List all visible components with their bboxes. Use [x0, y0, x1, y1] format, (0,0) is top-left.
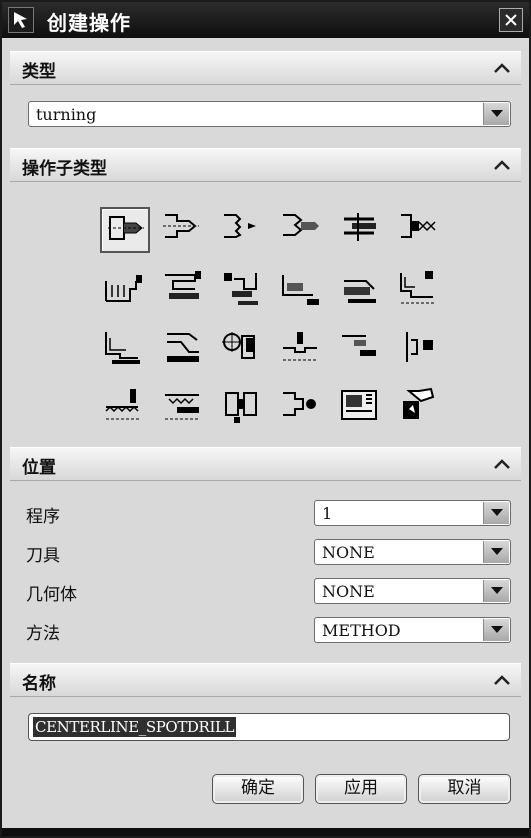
- geometry-select[interactable]: NONE: [314, 578, 511, 604]
- lathe-user-icon[interactable]: [395, 385, 445, 431]
- title-bar[interactable]: 创建操作: [2, 2, 529, 38]
- cursor-arrow-icon: [8, 7, 34, 33]
- type-select-value: turning: [36, 105, 97, 124]
- type-select[interactable]: turning: [28, 101, 511, 127]
- operation-name-value: CENTERLINE_SPOTDRILL: [33, 717, 237, 737]
- rough-turn-od-icon[interactable]: [159, 267, 209, 313]
- centerline-reaming-icon[interactable]: [336, 207, 386, 253]
- centerline-spotdrill-icon[interactable]: [100, 207, 150, 253]
- lathe-control-icon[interactable]: [336, 385, 386, 431]
- method-select-value: METHOD: [322, 621, 401, 640]
- facing-icon[interactable]: [100, 267, 150, 313]
- close-icon[interactable]: [499, 8, 523, 32]
- method-select[interactable]: METHOD: [314, 617, 511, 643]
- section-location-header[interactable]: 位置: [10, 447, 521, 481]
- finish-bore-id-icon[interactable]: [100, 326, 150, 372]
- section-type-header[interactable]: 类型: [10, 51, 521, 85]
- finish-back-bore-icon[interactable]: [159, 326, 209, 372]
- program-select[interactable]: 1: [314, 500, 511, 526]
- tool-select[interactable]: NONE: [314, 539, 511, 565]
- collapse-up-icon[interactable]: [487, 451, 517, 477]
- teach-mode-icon[interactable]: [218, 326, 268, 372]
- centerline-tapping-icon[interactable]: [395, 207, 445, 253]
- section-location-label: 位置: [22, 458, 56, 478]
- collapse-up-icon[interactable]: [487, 55, 517, 81]
- groove-face-icon[interactable]: [395, 326, 445, 372]
- chevron-down-icon[interactable]: [483, 103, 509, 125]
- partoff-icon[interactable]: [218, 385, 268, 431]
- program-label: 程序: [26, 507, 60, 527]
- subtype-icon-grid: [100, 207, 446, 439]
- ok-button[interactable]: 确定: [212, 774, 304, 804]
- tool-label: 刀具: [26, 546, 60, 566]
- rough-back-bore-icon[interactable]: [336, 267, 386, 313]
- groove-od-icon[interactable]: [277, 326, 327, 372]
- method-label: 方法: [26, 624, 60, 644]
- groove-id-icon[interactable]: [336, 326, 386, 372]
- rough-back-turn-icon[interactable]: [218, 267, 268, 313]
- chevron-down-icon[interactable]: [483, 580, 509, 602]
- create-operation-dialog: 创建操作 类型 turning 操作子类型 位置 程序 1 刀具 NONE 几何…: [0, 0, 531, 838]
- section-type-label: 类型: [22, 62, 56, 82]
- geometry-select-value: NONE: [322, 582, 375, 601]
- section-name-header[interactable]: 名称: [10, 663, 521, 697]
- section-subtype-header[interactable]: 操作子类型: [10, 148, 521, 182]
- tool-select-value: NONE: [322, 543, 375, 562]
- thread-id-icon[interactable]: [159, 385, 209, 431]
- collapse-up-icon[interactable]: [487, 152, 517, 178]
- chevron-down-icon[interactable]: [483, 502, 509, 524]
- dialog-title: 创建操作: [47, 11, 131, 35]
- geometry-label: 几何体: [26, 585, 77, 605]
- program-select-value: 1: [322, 504, 333, 523]
- chevron-down-icon[interactable]: [483, 541, 509, 563]
- centerline-peck-drill-icon[interactable]: [218, 207, 268, 253]
- section-subtype-label: 操作子类型: [22, 159, 107, 179]
- chevron-down-icon[interactable]: [483, 619, 509, 641]
- apply-button[interactable]: 应用: [315, 774, 407, 804]
- finish-turn-od-icon[interactable]: [395, 267, 445, 313]
- centerline-break-chip-icon[interactable]: [277, 207, 327, 253]
- centerline-user-icon[interactable]: [277, 385, 327, 431]
- section-name-label: 名称: [22, 674, 56, 694]
- rough-bore-id-icon[interactable]: [277, 267, 327, 313]
- cancel-button[interactable]: 取消: [418, 774, 511, 804]
- centerline-drilling-icon[interactable]: [159, 207, 209, 253]
- bottom-border: [2, 828, 529, 836]
- operation-name-input[interactable]: CENTERLINE_SPOTDRILL: [28, 713, 510, 741]
- collapse-up-icon[interactable]: [487, 667, 517, 693]
- thread-od-icon[interactable]: [100, 385, 150, 431]
